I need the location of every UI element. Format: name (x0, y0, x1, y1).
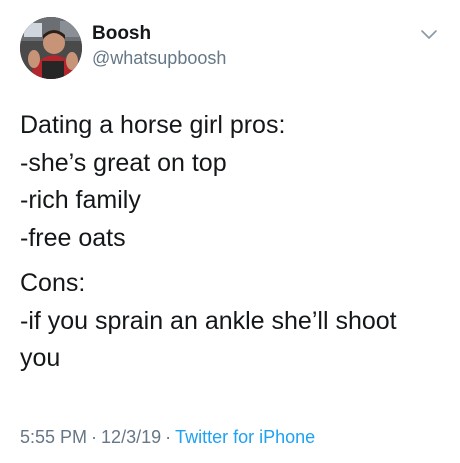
tweet-line: you (20, 344, 61, 372)
tweet-source-link[interactable]: Twitter for iPhone (175, 427, 315, 447)
tweet-metadata: 5:55 PM · 12/3/19 · Twitter for iPhone (20, 425, 315, 449)
display-name[interactable]: Boosh (92, 23, 151, 45)
tweet-line: Dating a horse girl pros: (20, 111, 286, 139)
tweet-line: -free oats (20, 223, 126, 252)
separator-dot: · (91, 427, 98, 447)
separator-dot: · (165, 427, 172, 447)
tweet-line: Cons: (20, 269, 86, 297)
tweet-line: -she’s great on top (20, 148, 227, 177)
user-avatar-icon (20, 17, 82, 79)
tweet-text: Dating a horse girl pros: -she’s great o… (20, 107, 445, 378)
chevron-down-icon[interactable] (420, 28, 438, 42)
tweet-line: -rich family (20, 186, 141, 214)
avatar[interactable] (20, 17, 82, 79)
tweet-card: Boosh @whatsupboosh Dating a horse girl … (0, 0, 460, 463)
tweet-date[interactable]: 12/3/19 (101, 427, 161, 447)
tweet-time[interactable]: 5:55 PM (20, 427, 87, 447)
user-handle[interactable]: @whatsupboosh (92, 47, 226, 69)
tweet-line: -if you sprain an ankle she’ll shoot (20, 306, 397, 335)
